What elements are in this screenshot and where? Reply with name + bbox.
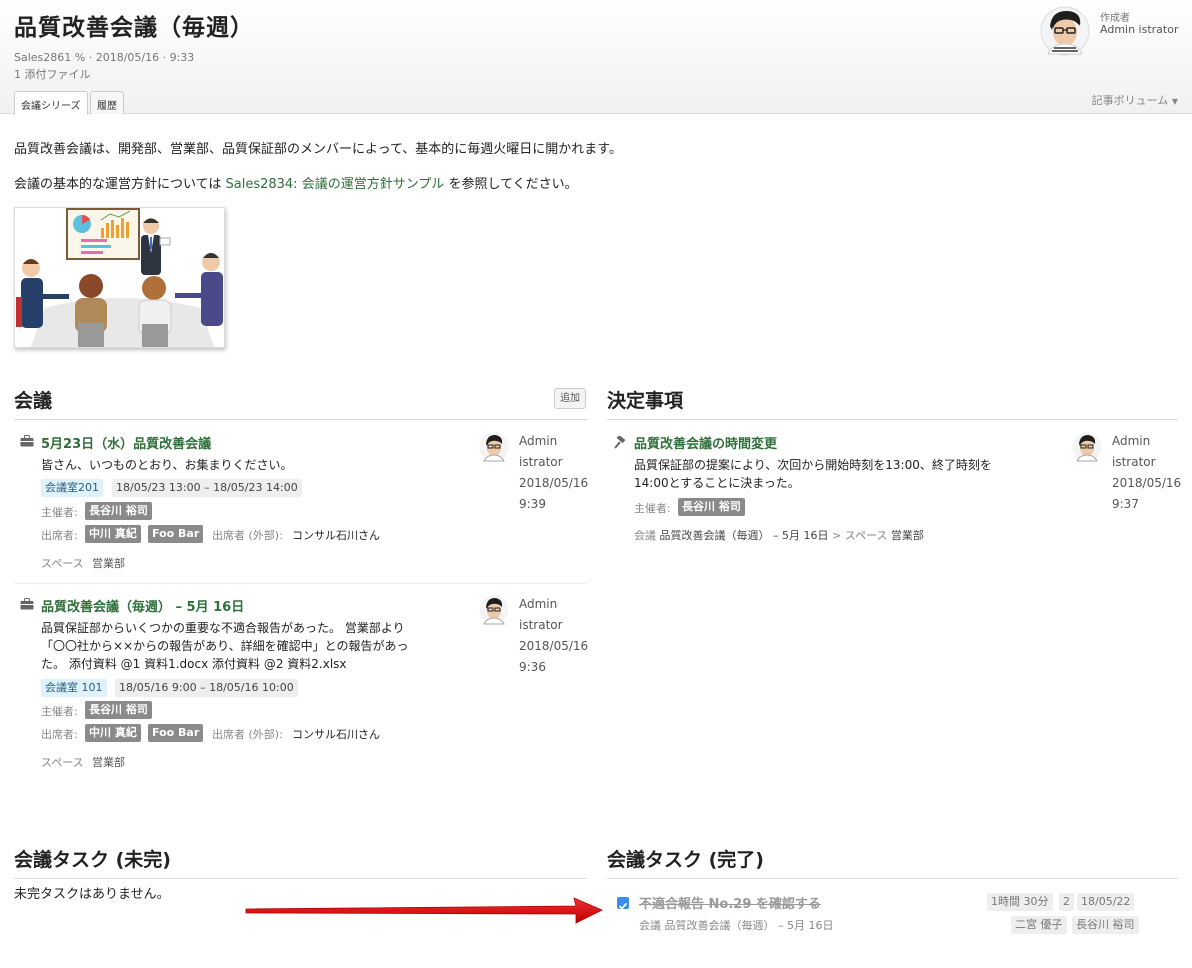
gavel-icon [614, 436, 626, 449]
decision-author-meta: Admin istrator 2018/05/16 9:37 [1112, 434, 1182, 511]
meeting-time-badge: 18/05/23 13:00 – 18/05/23 14:00 [112, 479, 302, 497]
meeting-illustration [14, 207, 225, 348]
space-label: スペース [41, 557, 84, 570]
author-name[interactable]: Admin istrator [1100, 23, 1178, 36]
attendee-badge[interactable]: 中川 真紀 [85, 724, 141, 742]
decision-path: 会議 品質改善会議（毎週） – 5月 16日 > スペース 営業部 [634, 529, 924, 542]
author-avatar[interactable] [479, 595, 509, 625]
space-value[interactable]: 営業部 [92, 754, 125, 770]
attendees-label: 出席者: [41, 529, 78, 542]
decision-title-link[interactable]: 品質改善会議の時間変更 [634, 433, 777, 452]
attendee-badge[interactable]: Foo Bar [148, 525, 204, 543]
task-date-badge: 18/05/22 [1077, 893, 1135, 911]
host-label: 主催者: [41, 705, 78, 718]
divider [607, 419, 1178, 420]
task-checkbox[interactable] [617, 897, 629, 910]
task-path: 会議 品質改善会議（毎週） – 5月 16日 [639, 919, 834, 932]
space-label: スペース [41, 756, 84, 769]
host-badge[interactable]: 長谷川 裕司 [85, 701, 152, 719]
author-avatar[interactable] [479, 432, 509, 462]
chevron-down-icon: ▼ [1171, 97, 1178, 106]
no-open-tasks-text: 未完タスクはありません。 [14, 887, 170, 902]
host-badge[interactable]: 長谷川 裕司 [85, 502, 152, 520]
attendees-label: 出席者: [41, 728, 78, 741]
external-attendees-label: 出席者 (外部): [212, 728, 283, 741]
meeting-title-link[interactable]: 品質改善会議（毎週） – 5月 16日 [41, 596, 244, 615]
meeting-author-meta: Admin istrator 2018/05/16 9:36 [519, 597, 589, 674]
attendee-badge[interactable]: Foo Bar [148, 724, 204, 742]
external-attendees-label: 出席者 (外部): [212, 529, 283, 542]
host-badge[interactable]: 長谷川 裕司 [678, 498, 745, 516]
meeting-title-link[interactable]: 5月23日（水）品質改善会議 [41, 433, 211, 452]
decision-meeting-link[interactable]: 品質改善会議（毎週） – 5月 16日 [660, 529, 829, 542]
attendee-badge[interactable]: 中川 真紀 [85, 525, 141, 543]
attachments-link[interactable]: 1 添付ファイル [14, 66, 91, 82]
author-label: 作成者 [1100, 13, 1130, 24]
decision-description: 品質保証部の提案により、次回から開始時刻を13:00、終了時刻を 14:00とす… [634, 458, 992, 490]
intro-paragraph: 品質改善会議は、開発部、営業部、品質保証部のメンバーによって、基本的に毎週火曜日… [14, 142, 623, 157]
task-assignee-badge[interactable]: 二宮 優子 [1011, 916, 1067, 934]
tab-meeting-series[interactable]: 会議シリーズ [14, 91, 88, 115]
meeting-room-badge: 会議室 101 [41, 679, 107, 697]
policy-paragraph: 会議の基本的な運営方針については Sales2834: 会議の運営方針サンプル … [14, 177, 578, 192]
divider [14, 583, 587, 584]
tab-history[interactable]: 履歴 [90, 91, 124, 114]
open-tasks-heading: 会議タスク (未完) [14, 849, 171, 871]
article-volume-menu[interactable]: 記事ボリューム ▼ [1092, 92, 1178, 108]
page-title: 品質改善会議（毎週） [14, 15, 254, 41]
add-meeting-button[interactable]: 追加 [554, 388, 586, 409]
divider [14, 419, 587, 420]
meeting-room-badge: 会議室201 [41, 479, 103, 497]
divider [607, 878, 1178, 879]
decisions-heading: 決定事項 [607, 390, 684, 412]
check-icon [618, 902, 628, 910]
external-attendees-value: コンサル石川さん [292, 728, 380, 741]
meeting-description: 皆さん、いつものとおり、お集まりください。 [41, 458, 293, 472]
task-duration-badge: 1時間 30分 [987, 893, 1053, 911]
author-avatar[interactable] [1072, 432, 1102, 462]
decision-space-link[interactable]: 営業部 [891, 529, 924, 542]
briefcase-icon [20, 598, 34, 610]
author-avatar[interactable] [1040, 6, 1090, 56]
host-label: 主催者: [634, 502, 671, 515]
task-count-badge: 2 [1059, 893, 1074, 911]
annotation-arrow [245, 897, 603, 924]
host-label: 主催者: [41, 506, 78, 519]
meeting-author-meta: Admin istrator 2018/05/16 9:39 [519, 434, 589, 511]
external-attendees-value: コンサル石川さん [292, 529, 380, 542]
task-meeting-link[interactable]: 品質改善会議（毎週） – 5月 16日 [665, 919, 834, 932]
page-meta: Sales2861 % · 2018/05/16 · 9:33 [14, 51, 195, 64]
meeting-description: 品質保証部からいくつかの重要な不適合報告があった。 営業部より 「〇〇社から××… [41, 621, 409, 671]
done-tasks-heading: 会議タスク (完了) [607, 849, 764, 871]
space-value[interactable]: 営業部 [92, 555, 125, 571]
task-title-link[interactable]: 不適合報告 No.29 を確認する [639, 893, 821, 912]
policy-link[interactable]: Sales2834: 会議の運営方針サンプル [226, 177, 445, 192]
divider [14, 878, 587, 879]
meeting-time-badge: 18/05/16 9:00 – 18/05/16 10:00 [115, 679, 298, 697]
meetings-heading: 会議 [14, 390, 53, 412]
briefcase-icon [20, 435, 34, 447]
task-assignee-badge[interactable]: 長谷川 裕司 [1072, 916, 1139, 934]
